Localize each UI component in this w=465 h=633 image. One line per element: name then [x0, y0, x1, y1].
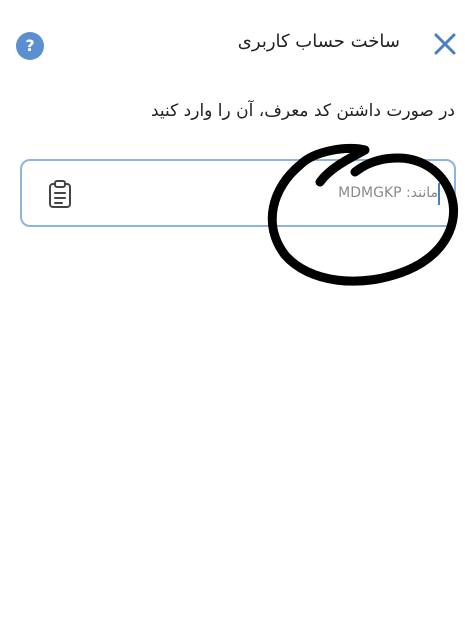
help-button[interactable]: ?	[16, 32, 44, 60]
paste-button[interactable]	[46, 179, 74, 209]
page-title: ساخت حساب کاربری	[237, 31, 400, 52]
close-icon	[434, 33, 456, 55]
question-mark-icon: ?	[25, 36, 35, 55]
header: ساخت حساب کاربری ?	[0, 0, 465, 90]
create-account-screen: ساخت حساب کاربری ? در صورت داشتن کد معرف…	[0, 0, 465, 633]
text-caret	[438, 183, 440, 205]
referral-code-field[interactable]	[20, 159, 456, 227]
close-button[interactable]	[424, 26, 464, 66]
referral-code-input[interactable]	[92, 175, 438, 211]
clipboard-icon	[49, 180, 71, 208]
hand-drawn-circle-annotation	[267, 144, 459, 286]
referral-instruction: در صورت داشتن کد معرف، آن را وارد کنید	[151, 101, 455, 121]
